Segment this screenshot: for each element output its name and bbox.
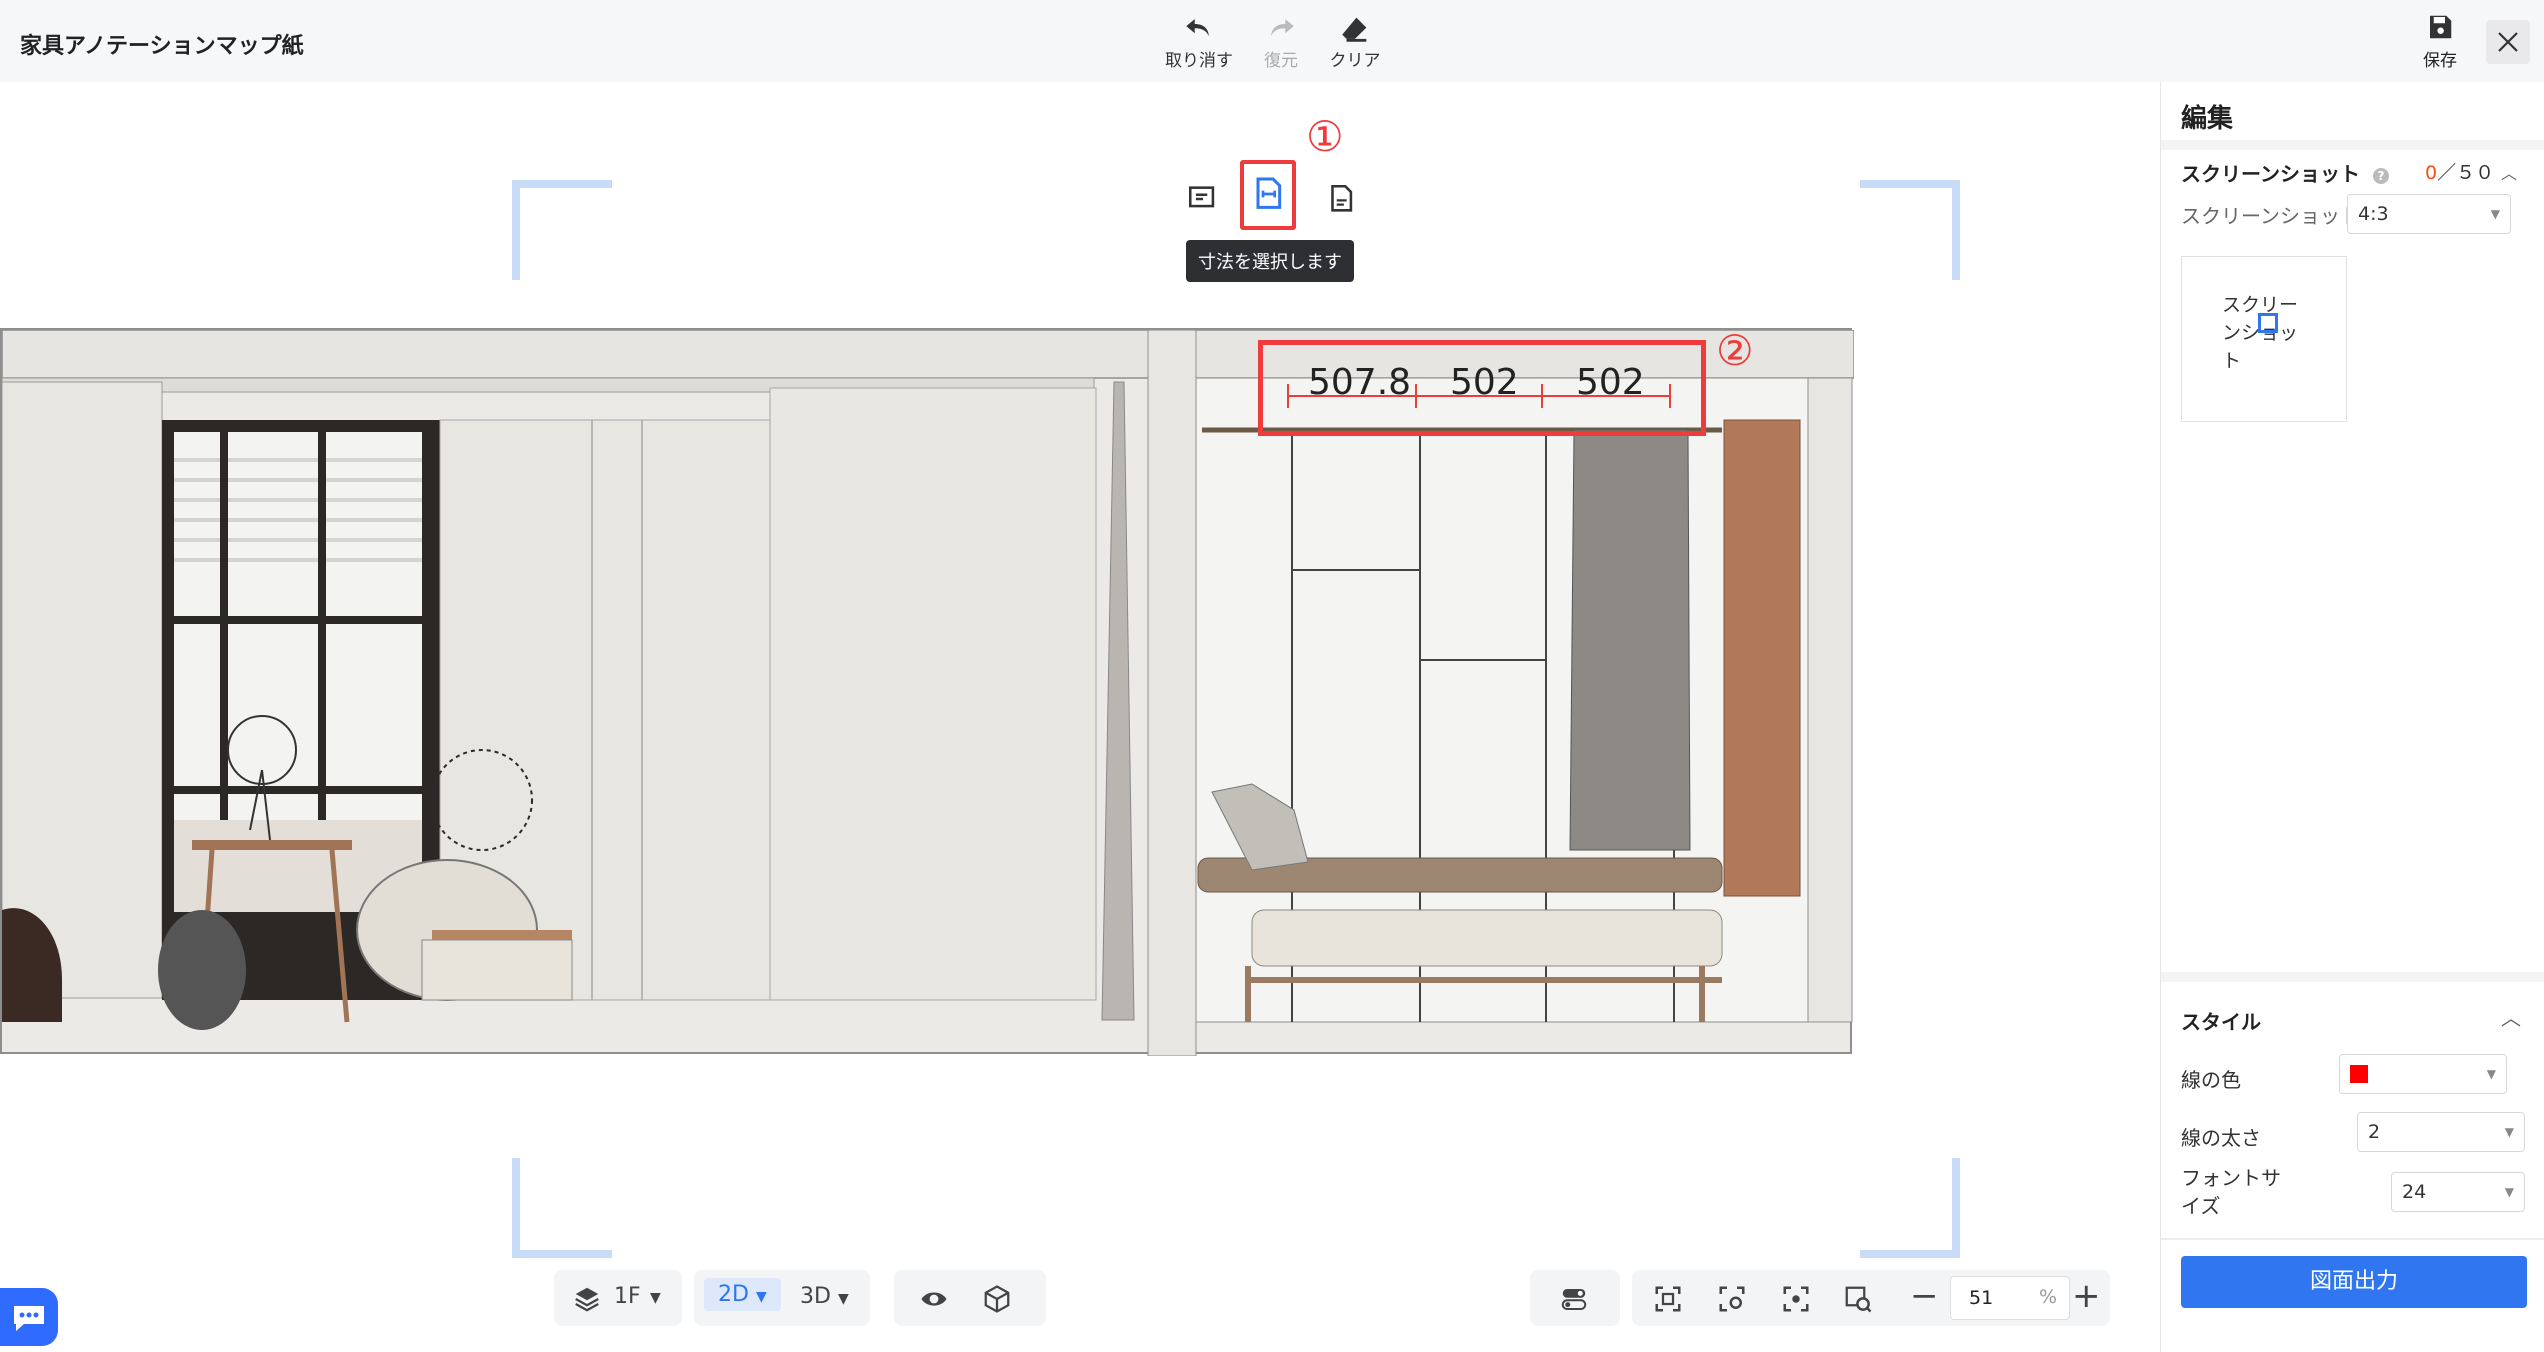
focus-icon[interactable]	[1780, 1284, 1812, 1320]
chevron-down-icon: ▼	[837, 1291, 849, 1307]
zoom-in-icon[interactable]: +	[2072, 1276, 2101, 1316]
view-2d-button[interactable]: 2D ▼	[704, 1278, 781, 1311]
view-2d-label: 2D	[718, 1282, 749, 1307]
screenshot-count: 0	[2425, 162, 2438, 184]
view-3d-label: 3D	[800, 1284, 831, 1309]
eye-icon[interactable]	[918, 1284, 950, 1320]
divider	[2161, 972, 2544, 982]
display-tools	[894, 1270, 1046, 1326]
line-width-select[interactable]: 2 ▼	[2357, 1112, 2525, 1152]
screenshot-icon	[2258, 313, 2278, 333]
view-switcher[interactable]: 2D ▼ 3D ▼	[694, 1270, 870, 1326]
font-size-label: フォントサイズ	[2181, 1166, 2281, 1218]
line-color-select[interactable]: ▼	[2339, 1054, 2507, 1094]
floor-label: 1F	[614, 1284, 641, 1309]
color-swatch	[2350, 1065, 2368, 1083]
add-screenshot-label: スクリーンショット	[2222, 294, 2299, 372]
chevron-down-icon: ▼	[755, 1289, 767, 1305]
screenshot-section-title: スクリーンショット ?	[2181, 158, 2389, 187]
chevron-up-icon[interactable]: ︿	[2501, 160, 2517, 184]
step-marker-2: ②	[1716, 326, 1754, 375]
ratio-value: 4:3	[2358, 203, 2389, 225]
zoom-area-icon[interactable]	[1842, 1284, 1874, 1320]
screenshot-section-label: スクリーンショット	[2181, 162, 2360, 186]
style-section-title: スタイル	[2181, 1010, 2261, 1034]
fit-frame-icon[interactable]	[1652, 1284, 1684, 1320]
zoom-input[interactable]: 51 %	[1950, 1276, 2070, 1320]
edit-panel: 編集 スクリーンショット ? 0／５０ ︿ スクリーンショットの比率 4:3 ▼…	[2160, 82, 2544, 1352]
toggle-tool[interactable]	[1530, 1270, 1620, 1326]
floor-switcher[interactable]: 1F ▼	[554, 1270, 682, 1326]
font-size-value: 24	[2402, 1181, 2427, 1203]
export-drawing-button[interactable]: 図面出力	[2181, 1256, 2527, 1308]
chevron-up-icon[interactable]: ︿	[2501, 1002, 2521, 1031]
zoom-value: 51	[1969, 1287, 1994, 1309]
dimension-label[interactable]: 502	[1576, 362, 1645, 403]
view-3d-button[interactable]: 3D ▼	[800, 1284, 849, 1309]
zoom-out-icon[interactable]: −	[1910, 1276, 1939, 1316]
help-icon[interactable]: ?	[2372, 167, 2389, 184]
layers-icon	[572, 1284, 602, 1320]
line-width-value: 2	[2368, 1121, 2381, 1143]
add-screenshot-card[interactable]: スクリーンショット	[2181, 256, 2347, 422]
frame-settings-icon[interactable]	[1716, 1284, 1748, 1320]
zoom-unit: %	[2038, 1286, 2057, 1308]
chat-button[interactable]	[0, 1288, 58, 1346]
chevron-down-icon: ▼	[650, 1290, 661, 1306]
screenshot-limit: ／５０	[2437, 162, 2495, 184]
font-size-select[interactable]: 24 ▼	[2391, 1172, 2525, 1212]
ratio-select[interactable]: 4:3 ▼	[2347, 194, 2511, 234]
cube-icon[interactable]	[982, 1284, 1012, 1320]
dimension-label[interactable]: 507.8	[1308, 362, 1411, 403]
screenshot-counter: 0／５０	[2425, 158, 2494, 185]
dimension-label[interactable]: 502	[1450, 362, 1519, 403]
chevron-down-icon: ▼	[2504, 1125, 2514, 1139]
chevron-down-icon: ▼	[2486, 1067, 2496, 1081]
divider	[2161, 1238, 2544, 1240]
chevron-down-icon: ▼	[2504, 1185, 2514, 1199]
line-width-label: 線の太さ	[2181, 1126, 2261, 1150]
panel-title: 編集	[2181, 104, 2234, 134]
divider	[2161, 140, 2544, 150]
chat-icon	[14, 1306, 44, 1331]
toggle-icon	[1558, 1284, 1590, 1320]
line-color-label: 線の色	[2181, 1068, 2241, 1092]
chevron-down-icon: ▼	[2490, 207, 2500, 221]
